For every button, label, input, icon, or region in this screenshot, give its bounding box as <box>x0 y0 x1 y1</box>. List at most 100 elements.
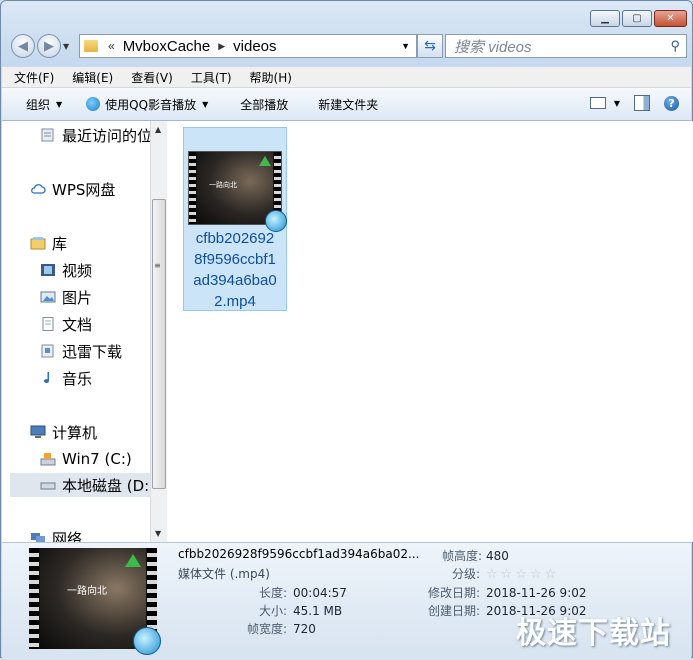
thumbnail-caption: 一路向北 <box>67 586 107 597</box>
address-dropdown-icon[interactable]: ▼ <box>401 41 410 51</box>
close-button[interactable]: ✕ <box>654 10 687 27</box>
breadcrumb-mvboxcache[interactable]: MvboxCache <box>123 38 211 55</box>
prop-height: 帧高度: 480 <box>442 547 509 564</box>
nav-item-library[interactable]: 库 <box>30 231 67 255</box>
video-thumbnail: 一路向北 <box>188 151 287 232</box>
prop-length: 长度: 00:04:57 <box>259 584 347 601</box>
help-icon[interactable]: ? <box>664 95 679 111</box>
nav-item-local-d[interactable]: 本地磁盘 (D: <box>10 473 150 497</box>
nav-item-wps[interactable]: WPS网盘 <box>30 177 115 201</box>
menu-file[interactable]: 文件(F) <box>14 69 54 86</box>
download-folder-icon <box>41 344 54 358</box>
prop-width: 帧宽度: 720 <box>247 620 316 637</box>
navigation-row: ◀ ▶ ▼ « MvboxCache ▶ videos ▼ ⇆ 搜索 video… <box>9 32 687 60</box>
nav-pane-scrollbar[interactable]: ▲ ≡ ▼ <box>150 121 167 542</box>
star-icon[interactable]: ☆ <box>515 567 527 582</box>
details-pane: 一路向北 cfbb2026928f9596ccbf1ad394a6ba02...… <box>2 542 691 660</box>
scroll-up-icon[interactable]: ▲ <box>155 125 161 134</box>
nav-label-recent: 最近访问的位 <box>62 126 150 145</box>
recent-places-icon <box>41 128 54 142</box>
search-input[interactable]: 搜索 videos ⚲ <box>445 34 687 58</box>
chevron-down-icon: ▼ <box>56 99 63 109</box>
prop-length-label: 长度: <box>259 586 288 600</box>
details-thumbnail: 一路向北 <box>29 548 161 655</box>
star-icon[interactable]: ☆ <box>501 567 513 582</box>
nav-item-documents[interactable]: 文档 <box>40 312 92 336</box>
back-arrow-icon: ◀ <box>18 38 28 54</box>
prop-created-label: 创建日期: <box>428 604 481 618</box>
nav-item-pictures[interactable]: 图片 <box>40 285 92 309</box>
breadcrumb-separator-icon[interactable]: ▶ <box>218 41 225 52</box>
nav-label-network: 网络 <box>52 529 83 543</box>
scroll-thumb[interactable] <box>152 199 166 489</box>
star-icon[interactable]: ☆ <box>486 567 498 582</box>
navigation-pane: 最近访问的位 WPS网盘 库 视频 图片 文档 迅雷下载 音乐 计算机 Win7… <box>2 121 150 542</box>
file-name-line: 8f9596ccbf1 <box>194 251 276 268</box>
triangle-logo-icon <box>259 156 271 166</box>
prop-modified: 修改日期: 2018-11-26 9:02 <box>428 584 587 601</box>
cloud-icon <box>31 184 46 194</box>
file-name-line: 2.mp4 <box>214 293 256 310</box>
preview-pane-icon[interactable] <box>634 95 650 111</box>
prop-size-label: 大小: <box>259 604 288 618</box>
menu-view[interactable]: 查看(V) <box>131 69 173 86</box>
breadcrumb-videos[interactable]: videos <box>233 38 276 55</box>
details-file-type: 媒体文件 (.mp4) <box>178 567 270 581</box>
system-drive-icon <box>40 453 56 466</box>
nav-item-videos[interactable]: 视频 <box>40 258 92 282</box>
prop-height-value: 480 <box>486 549 509 563</box>
scroll-down-icon[interactable]: ▼ <box>155 529 161 538</box>
prop-rating: 分级: ☆ ☆ ☆ ☆ ☆ <box>442 565 556 582</box>
thumbnail-caption: 一路向北 <box>209 181 237 189</box>
change-view-button[interactable]: ▼ <box>589 97 620 109</box>
play-all-button[interactable]: 全部播放 <box>240 96 288 113</box>
caption-buttons: ▁ ▢ ✕ <box>590 10 687 27</box>
nav-item-recent[interactable]: 最近访问的位 <box>40 123 150 147</box>
nav-item-win7[interactable]: Win7 (C:) <box>40 447 132 471</box>
prop-modified-value: 2018-11-26 9:02 <box>486 586 587 600</box>
address-bar[interactable]: « MvboxCache ▶ videos ▼ <box>79 34 417 58</box>
search-placeholder: 搜索 videos <box>454 38 532 56</box>
star-icon[interactable]: ☆ <box>530 567 542 582</box>
maximize-button[interactable]: ▢ <box>622 10 652 27</box>
scroll-grip-icon: ≡ <box>154 261 161 270</box>
file-list: 一路向北 cfbb202692 8f9596ccbf1 ad394a6ba0 2… <box>167 121 693 542</box>
play-all-label: 全部播放 <box>240 97 289 112</box>
back-button[interactable]: ◀ <box>11 34 35 58</box>
minimize-button[interactable]: ▁ <box>590 10 620 27</box>
search-icon[interactable]: ⚲ <box>670 38 680 54</box>
file-item[interactable]: 一路向北 cfbb202692 8f9596ccbf1 ad394a6ba0 2… <box>183 127 287 311</box>
star-icon[interactable]: ☆ <box>545 567 557 582</box>
organize-button[interactable]: 组织 ▼ <box>26 96 62 113</box>
explorer-window: ▁ ▢ ✕ ◀ ▶ ▼ « MvboxCache ▶ videos ▼ ⇆ 搜索… <box>0 0 693 660</box>
organize-label: 组织 <box>26 97 51 112</box>
forward-button[interactable]: ▶ <box>37 34 61 58</box>
menu-bar: 文件(F) 编辑(E) 查看(V) 工具(T) 帮助(H) <box>2 67 691 88</box>
menu-tools[interactable]: 工具(T) <box>191 69 232 86</box>
nav-item-computer[interactable]: 计算机 <box>30 420 97 444</box>
nav-item-xunlei[interactable]: 迅雷下载 <box>40 339 122 363</box>
nav-label-wps: WPS网盘 <box>52 180 116 199</box>
pictures-icon <box>40 291 56 303</box>
view-icon <box>589 97 606 109</box>
history-dropdown-icon[interactable]: ▼ <box>63 42 69 51</box>
qq-play-button[interactable]: 使用QQ影音播放 ▼ <box>86 96 208 113</box>
documents-icon <box>42 317 54 331</box>
new-folder-button[interactable]: 新建文件夹 <box>318 96 378 113</box>
refresh-button[interactable]: ⇆ <box>417 34 443 58</box>
music-icon <box>44 372 50 384</box>
nav-label-library: 库 <box>52 234 68 253</box>
computer-icon <box>30 425 46 438</box>
menu-edit[interactable]: 编辑(E) <box>72 69 113 86</box>
nav-item-network[interactable]: 网络 <box>30 526 82 542</box>
film-strip-icon <box>189 152 196 224</box>
rating-stars[interactable]: ☆ ☆ ☆ ☆ ☆ <box>486 567 556 582</box>
nav-item-music[interactable]: 音乐 <box>40 366 92 390</box>
menu-help[interactable]: 帮助(H) <box>250 69 292 86</box>
address-overflow[interactable]: « <box>108 39 115 53</box>
drive-icon <box>40 482 56 490</box>
details-file-name: cfbb2026928f9596ccbf1ad394a6ba02... <box>178 547 420 561</box>
chevron-down-icon: ▼ <box>202 99 209 109</box>
prop-width-label: 帧宽度: <box>247 622 288 636</box>
library-icon <box>30 237 46 250</box>
